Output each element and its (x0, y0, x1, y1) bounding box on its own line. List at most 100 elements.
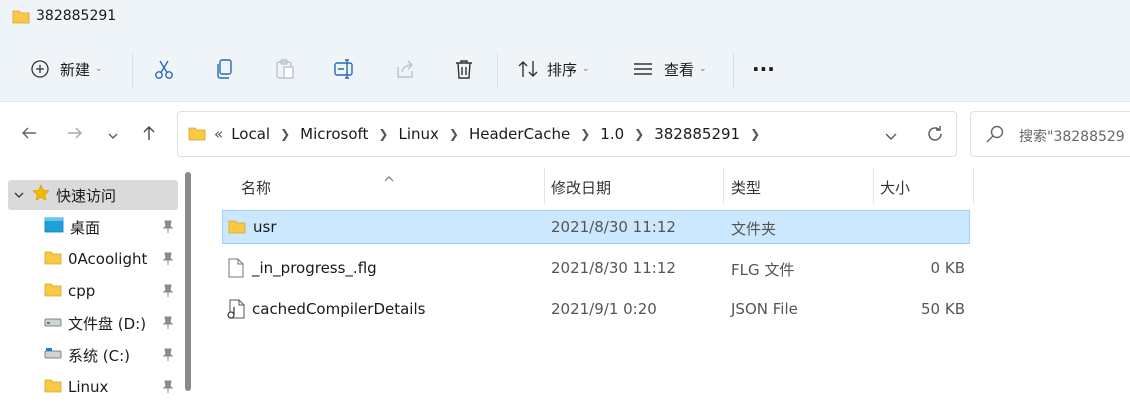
search-box[interactable]: 搜索"38288529 (970, 111, 1130, 157)
sort-label: 排序 (547, 60, 578, 79)
file-size: 50 KB (921, 300, 965, 318)
sidebar-item-label: cpp (68, 282, 96, 300)
sidebar-item-drive-c[interactable]: 系统 (C:) (8, 340, 178, 370)
sidebar-item-label: 文件盘 (D:) (68, 314, 147, 333)
rename-icon (334, 59, 353, 79)
sidebar-item-quick-access[interactable]: 快速访问 (8, 180, 178, 210)
recent-chevron-icon[interactable] (107, 126, 119, 147)
search-placeholder: 搜索"38288529 (1019, 129, 1125, 145)
chevron-right-icon[interactable]: ❯ (580, 127, 590, 141)
sidebar-item-0acoolight[interactable]: 0Acoolight (8, 244, 178, 274)
sidebar-item-desktop[interactable]: 桌面 (8, 212, 178, 242)
delete-button[interactable] (453, 56, 475, 82)
file-modified: 2021/8/30 11:12 (551, 259, 676, 277)
chevron-right-icon[interactable]: ❯ (449, 127, 459, 141)
breadcrumb-microsoft[interactable]: Microsoft (300, 125, 368, 143)
breadcrumb-version[interactable]: 1.0 (600, 125, 624, 143)
share-icon (397, 60, 413, 78)
column-header-modified[interactable]: 修改日期 (551, 168, 611, 204)
sidebar-item-label: 系统 (C:) (68, 346, 130, 365)
file-type: JSON File (731, 300, 798, 318)
paste-button[interactable] (274, 56, 296, 82)
forward-arrow-icon[interactable] (66, 124, 84, 147)
file-icon (228, 258, 244, 282)
view-icon (634, 63, 652, 75)
file-list: 名称 修改日期 类型 大小 usr 2021/8/30 11:12 文件夹 _i… (200, 168, 1130, 391)
pin-icon[interactable] (162, 220, 174, 238)
view-button[interactable]: 查看 ⌄ (632, 56, 707, 82)
scissors-icon (155, 60, 173, 79)
sidebar-item-label: 0Acoolight (68, 250, 148, 268)
file-modified: 2021/9/1 0:20 (551, 300, 657, 318)
sidebar-item-cpp[interactable]: cpp (8, 276, 178, 306)
copy-button[interactable] (214, 56, 236, 82)
file-name[interactable]: _in_progress_.flg (252, 259, 377, 277)
more-button[interactable]: ··· (752, 56, 775, 82)
sort-icon (518, 61, 538, 77)
sidebar-item-label: 桌面 (70, 218, 101, 237)
file-type: 文件夹 (731, 220, 777, 238)
scrollbar-thumb[interactable] (185, 172, 191, 391)
breadcrumb-headercache[interactable]: HeaderCache (469, 125, 570, 143)
pin-icon[interactable] (162, 252, 174, 270)
breadcrumb-current[interactable]: 382885291 (654, 125, 740, 143)
table-row[interactable]: cachedCompilerDetails 2021/9/1 0:20 JSON… (222, 293, 970, 327)
column-divider[interactable] (723, 168, 724, 204)
folder-icon (44, 250, 62, 269)
window-title: 382885291 (36, 8, 117, 24)
title-bar: 382885291 (0, 0, 1130, 34)
address-bar[interactable]: « Local ❯ Microsoft ❯ Linux ❯ HeaderCach… (177, 111, 957, 157)
folder-icon (188, 126, 206, 145)
column-divider[interactable] (973, 168, 974, 204)
sort-button[interactable]: 排序 ⌄ (517, 56, 590, 82)
breadcrumb-linux[interactable]: Linux (398, 125, 438, 143)
new-button[interactable]: 新建 ⌄ (30, 56, 103, 82)
table-row[interactable]: _in_progress_.flg 2021/8/30 11:12 FLG 文件… (222, 252, 970, 286)
divider (497, 52, 498, 88)
chevron-down-icon[interactable] (14, 186, 24, 204)
chevron-right-icon[interactable]: ❯ (280, 127, 290, 141)
chevron-right-icon[interactable]: ❯ (750, 127, 760, 141)
file-type: FLG 文件 (731, 261, 795, 279)
chevron-down-icon[interactable] (884, 128, 898, 147)
trash-icon (456, 60, 472, 79)
refresh-icon[interactable] (926, 125, 944, 147)
sidebar-item-linux[interactable]: Linux (8, 372, 178, 402)
column-header-type[interactable]: 类型 (731, 168, 761, 204)
file-name[interactable]: usr (253, 218, 277, 236)
up-arrow-icon[interactable] (140, 124, 158, 147)
copy-icon (217, 59, 232, 79)
pin-icon[interactable] (162, 380, 174, 398)
rename-button[interactable] (333, 56, 355, 82)
chevron-right-icon[interactable]: ❯ (634, 127, 644, 141)
sidebar-item-label: Linux (68, 378, 109, 396)
share-button[interactable] (394, 56, 416, 82)
breadcrumb-local[interactable]: Local (231, 125, 270, 143)
view-label: 查看 (664, 60, 695, 79)
table-row[interactable]: usr 2021/8/30 11:12 文件夹 (222, 210, 970, 244)
paste-icon (276, 59, 294, 79)
pin-icon[interactable] (162, 284, 174, 302)
column-divider[interactable] (544, 168, 545, 204)
chevron-right-icon[interactable]: ❯ (378, 127, 388, 141)
cut-button[interactable] (153, 56, 175, 82)
navigation-pane: 快速访问 桌面 0Acoolight cpp 文件盘 (D:) 系统 (C:) … (0, 168, 200, 396)
sidebar-scrollbar[interactable] (184, 172, 192, 391)
folder-icon (228, 219, 246, 238)
file-name[interactable]: cachedCompilerDetails (252, 300, 425, 318)
column-header-size[interactable]: 大小 (880, 168, 910, 204)
divider (132, 52, 133, 88)
drive-icon (44, 346, 62, 364)
pin-icon[interactable] (162, 348, 174, 366)
chevron-down-icon: ⌄ (582, 64, 590, 74)
sidebar-item-drive-d[interactable]: 文件盘 (D:) (8, 308, 178, 338)
new-label: 新建 (60, 60, 91, 79)
breadcrumb-overflow[interactable]: « (214, 125, 223, 143)
star-icon (32, 184, 50, 206)
column-divider[interactable] (873, 168, 874, 204)
back-arrow-icon[interactable] (20, 124, 38, 147)
pin-icon[interactable] (162, 316, 174, 334)
folder-icon (44, 282, 62, 301)
column-header-name[interactable]: 名称 (241, 168, 271, 204)
sort-ascending-icon (384, 168, 394, 187)
